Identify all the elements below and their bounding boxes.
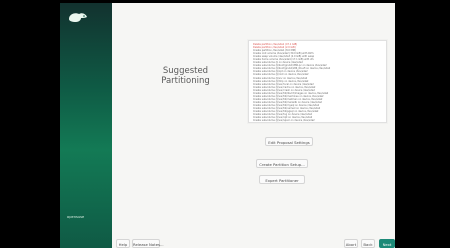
- page-title: Suggested Partitioning: [138, 66, 233, 86]
- next-button[interactable]: Next: [379, 239, 395, 248]
- chameleon-logo-svg: [69, 13, 87, 22]
- back-button[interactable]: Back: [361, 239, 375, 248]
- expert-partitioner-button[interactable]: Expert Partitioner: [259, 175, 305, 184]
- page-title-line2: Partitioning: [161, 76, 210, 86]
- abort-button[interactable]: Abort: [344, 239, 358, 248]
- proposal-log-panel: Delete partition /dev/sda1 (47.1 GiB) Del…: [248, 40, 387, 123]
- create-partition-setup-button[interactable]: Create Partition Setup...: [256, 159, 308, 168]
- proposal-log-line: Create subvolume @/var/tmp on device /de…: [253, 122, 382, 123]
- installer-screen: opensuse Suggested Partitioning Delete p…: [60, 3, 395, 248]
- bottom-bar: Help Release Notes... Abort Back Next: [112, 239, 395, 248]
- edit-proposal-settings-button[interactable]: Edit Proposal Settings: [265, 137, 313, 146]
- sidebar: opensuse: [60, 3, 112, 248]
- help-button[interactable]: Help: [116, 239, 130, 248]
- release-notes-button[interactable]: Release Notes...: [132, 239, 164, 248]
- brand-text: opensuse: [67, 215, 85, 219]
- screen-frame: opensuse Suggested Partitioning Delete p…: [0, 0, 450, 248]
- proposal-log-lines: Delete partition /dev/sda1 (47.1 GiB) Del…: [253, 43, 382, 123]
- chameleon-logo-icon: [67, 10, 89, 24]
- page-title-line1: Suggested: [162, 66, 209, 76]
